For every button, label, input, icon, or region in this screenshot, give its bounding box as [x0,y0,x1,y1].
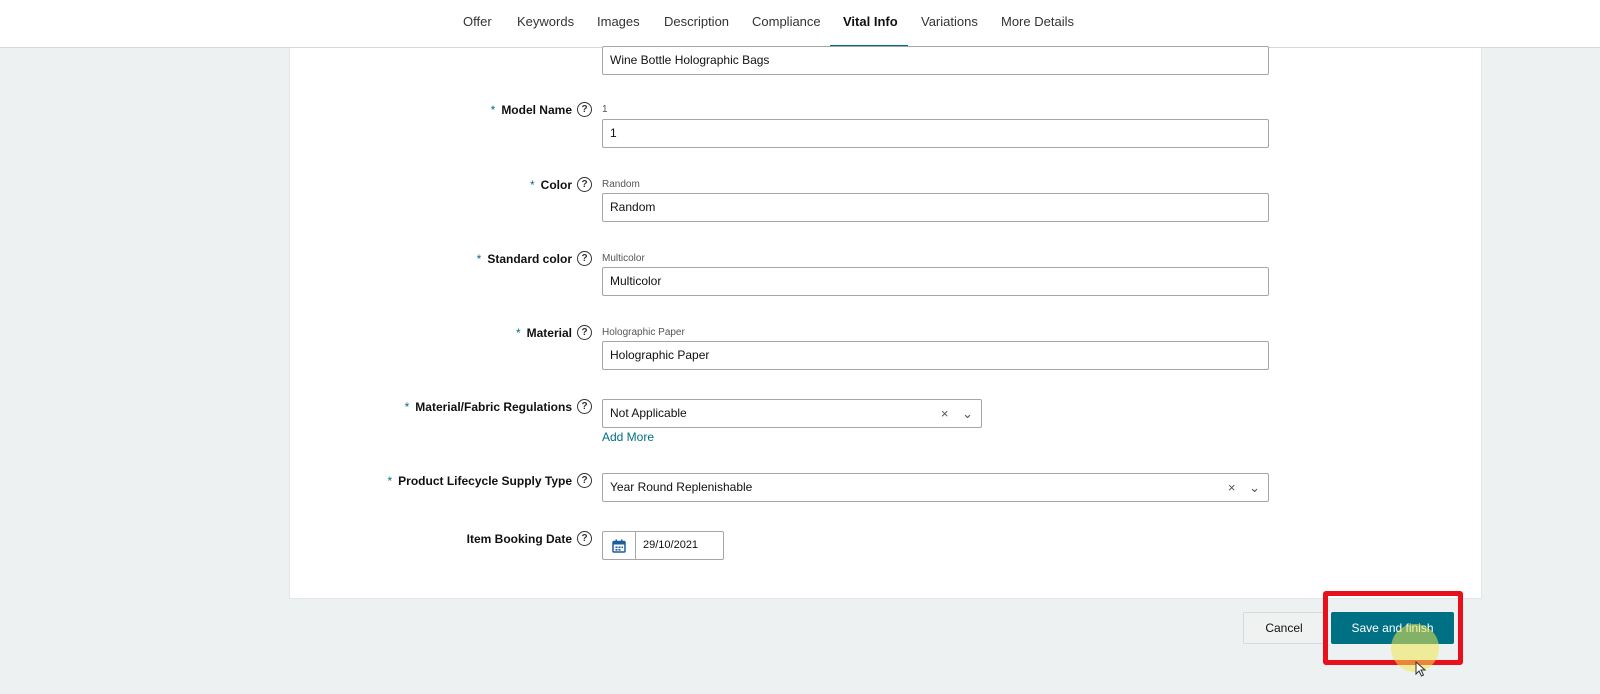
help-icon[interactable]: ? [577,399,592,414]
material-fabric-regulations-label: * Material/Fabric Regulations [404,400,572,414]
model-name-hint: 1 [602,104,608,115]
tab-compliance[interactable]: Compliance [752,0,821,48]
product-lifecycle-supply-type-label: * Product Lifecycle Supply Type [387,474,573,488]
chevron-down-icon[interactable]: ⌄ [962,406,973,421]
required-marker: * [404,400,410,414]
required-marker: * [490,103,496,117]
tab-variations[interactable]: Variations [921,0,978,48]
tab-keywords[interactable]: Keywords [517,0,574,48]
help-icon[interactable]: ? [577,251,592,266]
help-icon[interactable]: ? [577,531,592,546]
help-icon[interactable]: ? [577,102,592,117]
clear-icon[interactable]: × [1228,480,1236,495]
item-booking-date-value: 29/10/2021 [643,539,699,551]
help-icon[interactable]: ? [577,177,592,192]
required-marker: * [529,178,535,192]
chevron-down-icon[interactable]: ⌄ [1249,480,1260,495]
tab-vital-info[interactable]: Vital Info [843,0,898,48]
tab-more-details[interactable]: More Details [1001,0,1074,48]
add-more-link[interactable]: Add More [602,430,654,444]
top-nav-bar: Offer Keywords Images Description Compli… [0,0,1600,48]
color-field[interactable]: Random [602,193,1269,222]
item-name-field[interactable]: Wine Bottle Holographic Bags [602,46,1269,75]
item-booking-date-field[interactable]: 29/10/2021 [602,531,724,560]
clear-icon[interactable]: × [941,406,949,421]
tab-description[interactable]: Description [664,0,729,48]
color-hint: Random [602,179,640,190]
standard-color-field[interactable]: Multicolor [602,267,1269,296]
color-label: * Color [529,178,572,192]
required-marker: * [387,474,393,488]
mouse-pointer-icon [1415,661,1427,677]
calendar-icon [612,539,626,553]
product-lifecycle-supply-type-select[interactable]: Year Round Replenishable × ⌄ [602,473,1269,502]
item-booking-date-label: Item Booking Date [466,532,572,546]
required-marker: * [515,326,521,340]
tab-images[interactable]: Images [597,0,640,48]
cancel-button[interactable]: Cancel [1243,612,1325,644]
material-fabric-regulations-value: Not Applicable [610,406,687,420]
standard-color-hint: Multicolor [602,253,645,264]
material-fabric-regulations-select[interactable]: Not Applicable × ⌄ [602,399,982,428]
model-name-label: * Model Name [490,103,572,117]
model-name-field[interactable]: 1 [602,119,1269,148]
tab-offer[interactable]: Offer [463,0,492,48]
material-label: * Material [515,326,572,340]
product-lifecycle-supply-type-value: Year Round Replenishable [610,480,753,494]
help-icon[interactable]: ? [577,473,592,488]
material-hint: Holographic Paper [602,327,685,338]
help-icon[interactable]: ? [577,325,592,340]
required-marker: * [476,252,482,266]
calendar-button[interactable] [603,532,636,559]
standard-color-label: * Standard color [476,252,572,266]
material-field[interactable]: Holographic Paper [602,341,1269,370]
